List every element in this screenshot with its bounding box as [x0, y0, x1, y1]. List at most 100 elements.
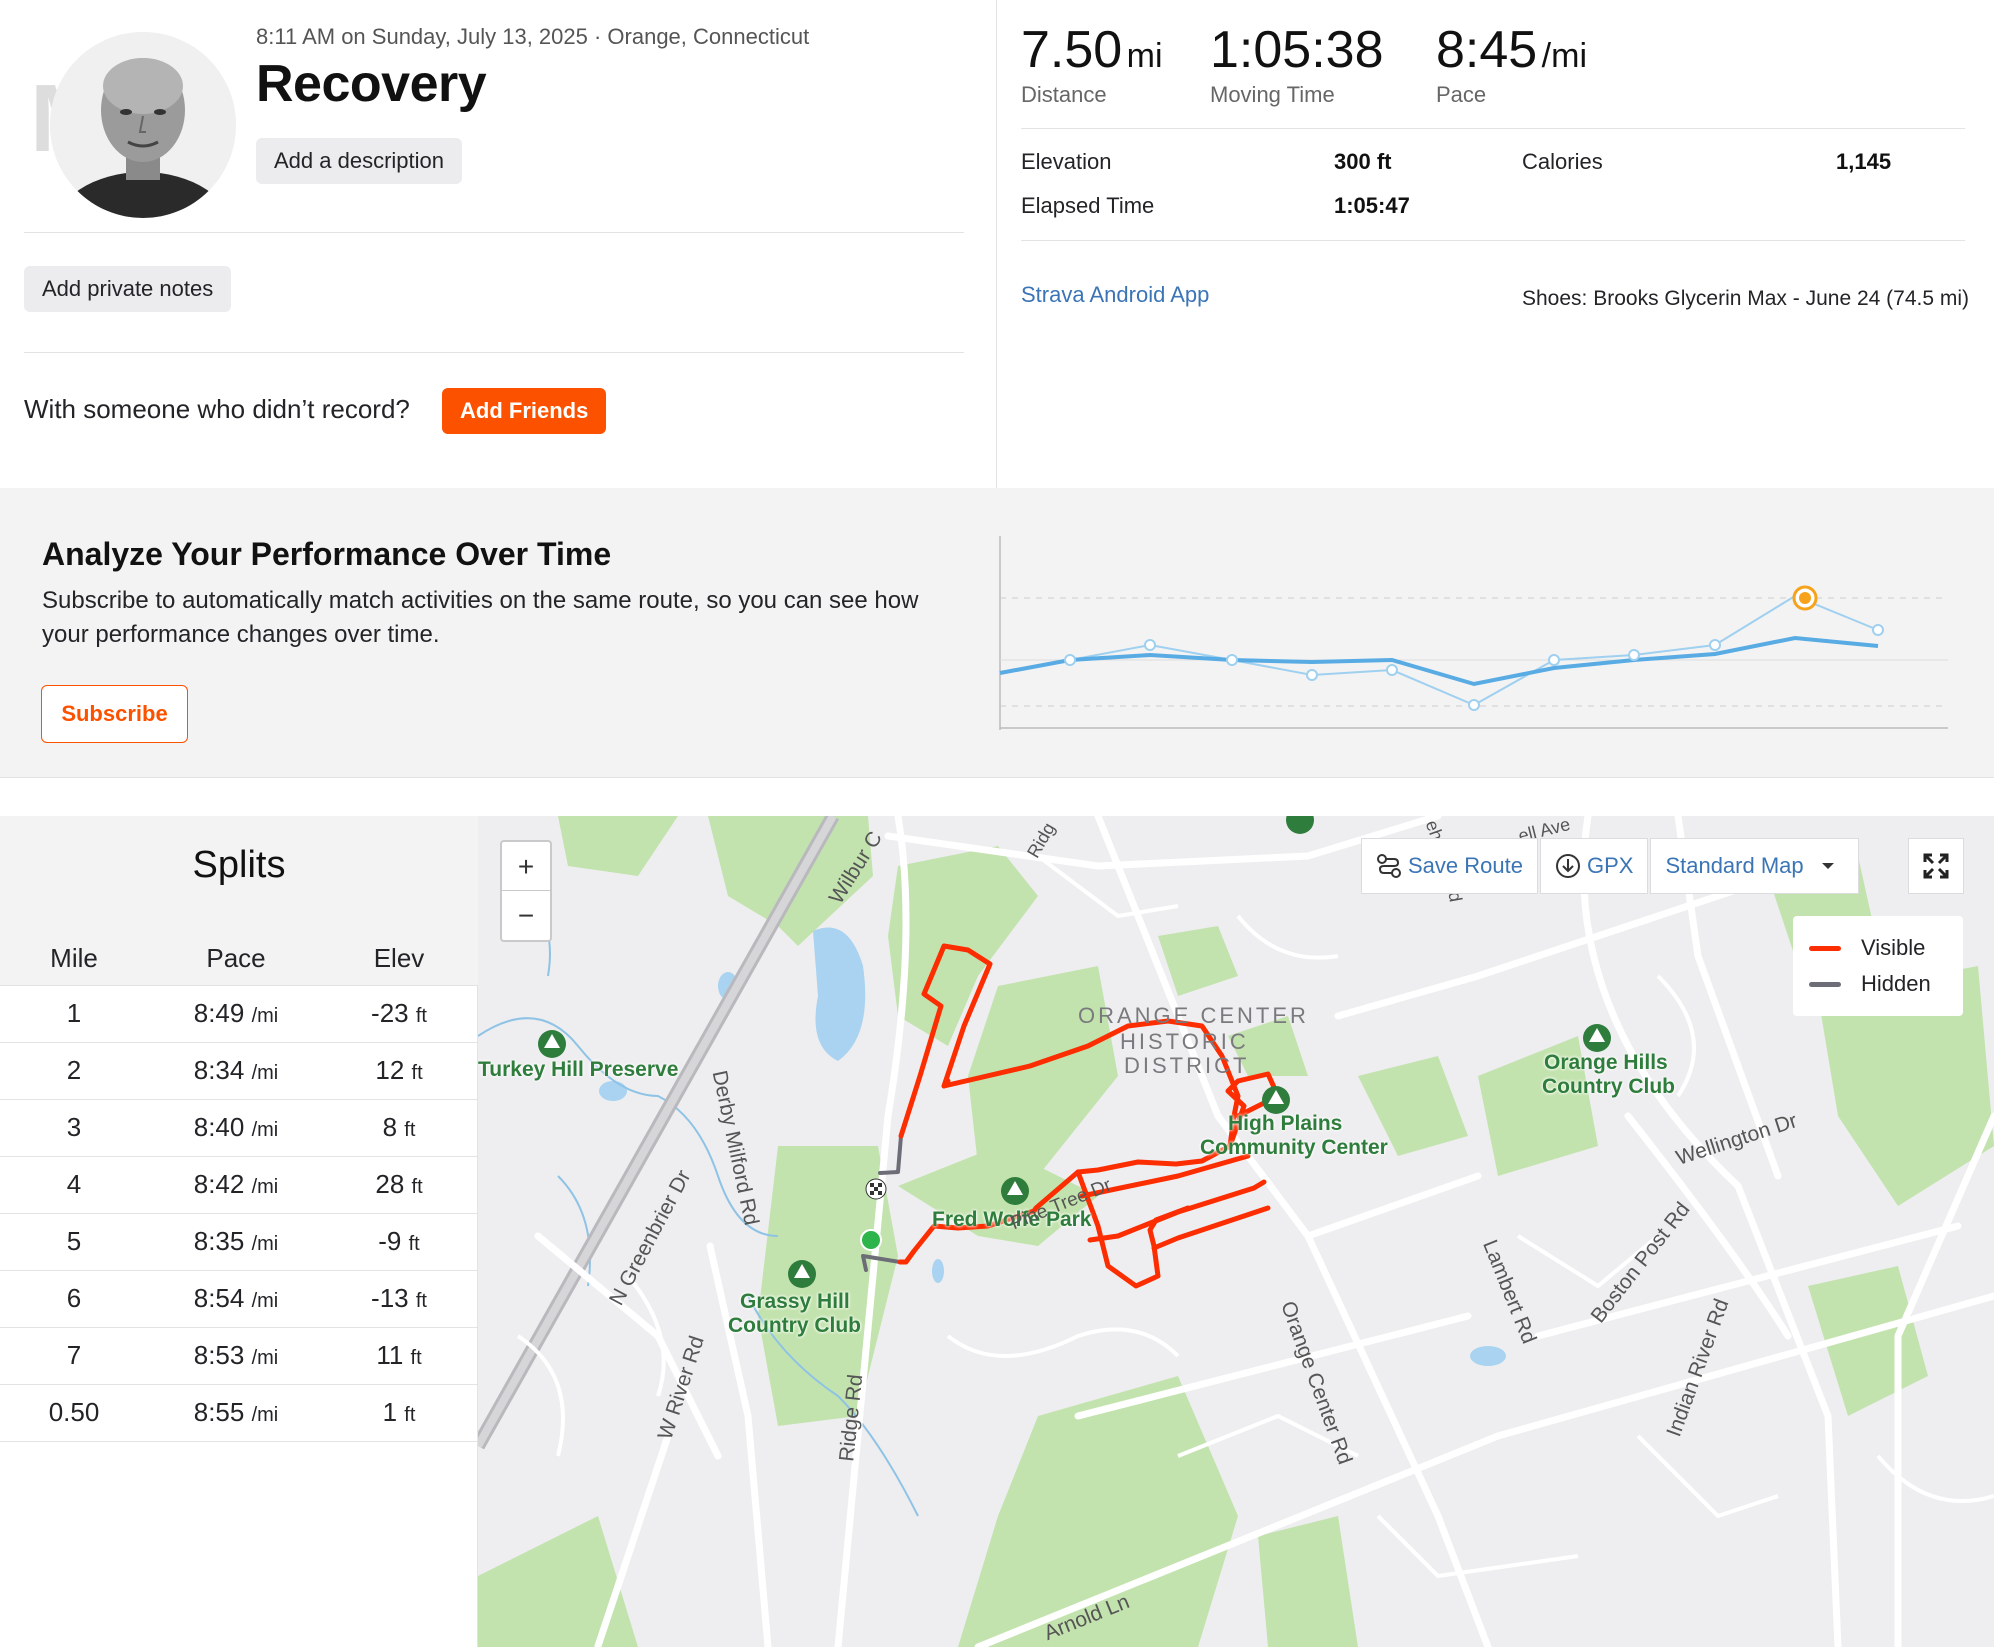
gpx-button[interactable]: GPX — [1539, 838, 1649, 894]
save-route-label: Save Route — [1408, 853, 1523, 878]
distance-unit: mi — [1126, 37, 1163, 75]
split-elev: -9 ft — [320, 1226, 478, 1257]
map-style-label: Standard Map — [1665, 853, 1804, 878]
split-elev-unit: ft — [411, 1062, 423, 1084]
high-plains-label-1: High Plains — [1228, 1112, 1343, 1135]
split-mile: 2 — [66, 1055, 82, 1085]
split-pace: 8:42 /mi — [158, 1169, 314, 1200]
subscribe-button[interactable]: Subscribe — [41, 685, 188, 743]
split-mile: 5 — [66, 1226, 82, 1256]
split-row: 0.50 8:55 /mi 1 ft — [0, 1385, 478, 1442]
split-elev-unit: ft — [404, 1119, 416, 1141]
split-elev-value: -23 — [371, 998, 409, 1028]
split-elev-unit: ft — [410, 1347, 422, 1369]
split-pace: 8:49 /mi — [158, 998, 314, 1029]
historic-district-label-1: ORANGE CENTER — [1078, 1003, 1309, 1028]
route-legend: Visible Hidden — [1793, 916, 1963, 1016]
split-elev-value: 11 — [376, 1340, 404, 1370]
header-mile: Mile — [50, 943, 98, 973]
add-private-notes-button[interactable]: Add private notes — [24, 266, 232, 312]
split-elev-unit: ft — [415, 1005, 427, 1027]
pace-unit: /mi — [1541, 37, 1587, 75]
elapsed-time-value: 1:05:47 — [1334, 193, 1410, 218]
splits-header: Mile Pace Elev — [0, 931, 478, 986]
route-map[interactable]: Turkey Hill Preserve Grassy Hill Country… — [478, 816, 1994, 1647]
grassy-hill-label-1: Grassy Hill — [740, 1290, 850, 1313]
zoom-in-button[interactable]: + — [502, 842, 550, 891]
friends-question: With someone who didn’t record? — [24, 394, 410, 424]
calories-label: Calories — [1522, 149, 1603, 174]
add-friends-button[interactable]: Add Friends — [442, 388, 607, 434]
split-pace-value: 8:53 — [193, 1340, 245, 1370]
split-elev: -23 ft — [320, 998, 478, 1029]
split-row: 5 8:35 /mi -9 ft — [0, 1214, 478, 1271]
split-pace: 8:40 /mi — [158, 1112, 314, 1143]
splits-panel: Splits Mile Pace Elev 1 8:49 /mi -23 ft 2 8:… — [0, 816, 478, 1647]
split-elev: 11 ft — [320, 1340, 478, 1371]
split-mile: 4 — [66, 1169, 82, 1199]
performance-trend-chart — [999, 536, 1948, 730]
divider — [24, 232, 964, 233]
split-pace-unit: /mi — [251, 1290, 279, 1312]
orange-hills-label-1: Orange Hills — [1544, 1051, 1668, 1074]
map-style-select[interactable]: Standard Map — [1650, 838, 1859, 894]
split-elev-value: -9 — [378, 1226, 402, 1256]
hidden-swatch — [1809, 981, 1841, 987]
pace-label: Pace — [1436, 82, 1487, 107]
split-pace-unit: /mi — [251, 1005, 279, 1027]
split-row: 7 8:53 /mi 11 ft — [0, 1328, 478, 1385]
activity-title[interactable]: Recovery — [256, 54, 487, 114]
split-mile: 3 — [66, 1112, 82, 1142]
visible-swatch — [1809, 945, 1841, 951]
fullscreen-button[interactable] — [1908, 838, 1964, 894]
save-route-button[interactable]: Save Route — [1361, 838, 1538, 894]
device-link[interactable]: Strava Android App — [1021, 282, 1209, 308]
split-row: 3 8:40 /mi 8 ft — [0, 1100, 478, 1157]
route-icon — [1377, 854, 1401, 878]
split-elev: 1 ft — [320, 1397, 478, 1428]
map-toolbar: Save Route GPX Standard Map — [1361, 838, 1859, 894]
moving-time-value: 1:05:38 — [1210, 21, 1384, 79]
stat-moving-time: 1:05:38 Moving Time — [1210, 18, 1384, 108]
add-description-button[interactable]: Add a description — [256, 138, 462, 184]
moving-time-label: Moving Time — [1210, 82, 1335, 107]
elevation-value: 300 ft — [1334, 149, 1392, 174]
stat-pace: 8:45 /mi Pace — [1436, 18, 1587, 108]
legend-hidden: Hidden — [1809, 966, 1947, 1002]
stat-distance: 7.50 mi Distance — [1021, 18, 1163, 108]
split-pace-value: 8:40 — [193, 1112, 245, 1142]
zoom-out-button[interactable]: − — [502, 891, 550, 940]
split-row: 4 8:42 /mi 28 ft — [0, 1157, 478, 1214]
split-pace: 8:53 /mi — [158, 1340, 314, 1371]
split-pace-unit: /mi — [251, 1233, 279, 1255]
map-canvas[interactable] — [478, 816, 1994, 1647]
distance-label: Distance — [1021, 82, 1107, 107]
divider — [1021, 240, 1965, 241]
header-pace: Pace — [206, 943, 266, 973]
split-elev-value: 8 — [382, 1112, 398, 1142]
split-mile: 0.50 — [48, 1397, 100, 1427]
split-elev-unit: ft — [415, 1290, 427, 1312]
split-elev-unit: ft — [408, 1233, 420, 1255]
split-pace-unit: /mi — [251, 1176, 279, 1198]
divider — [1021, 128, 1965, 129]
split-pace: 8:54 /mi — [158, 1283, 314, 1314]
splits-title: Splits — [0, 816, 478, 931]
split-elev: 28 ft — [320, 1169, 478, 1200]
split-mile: 7 — [66, 1340, 82, 1370]
orange-hills-label-2: Country Club — [1542, 1075, 1675, 1098]
zoom-control: + − — [500, 840, 552, 942]
header-elev: Elev — [373, 943, 425, 973]
activity-meta: 8:11 AM on Sunday, July 13, 2025 · Orang… — [256, 24, 810, 49]
split-pace-unit: /mi — [251, 1119, 279, 1141]
split-pace-unit: /mi — [251, 1404, 279, 1426]
gpx-label: GPX — [1586, 853, 1634, 878]
split-row: 2 8:34 /mi 12 ft — [0, 1043, 478, 1100]
split-pace-value: 8:55 — [193, 1397, 245, 1427]
avatar-photo — [50, 32, 236, 218]
calories-value: 1,145 — [1836, 149, 1892, 174]
split-elev-value: 28 — [375, 1169, 405, 1199]
elevation-label: Elevation — [1021, 149, 1112, 174]
split-mile: 1 — [66, 998, 82, 1028]
athlete-avatar[interactable]: M — [26, 28, 236, 218]
